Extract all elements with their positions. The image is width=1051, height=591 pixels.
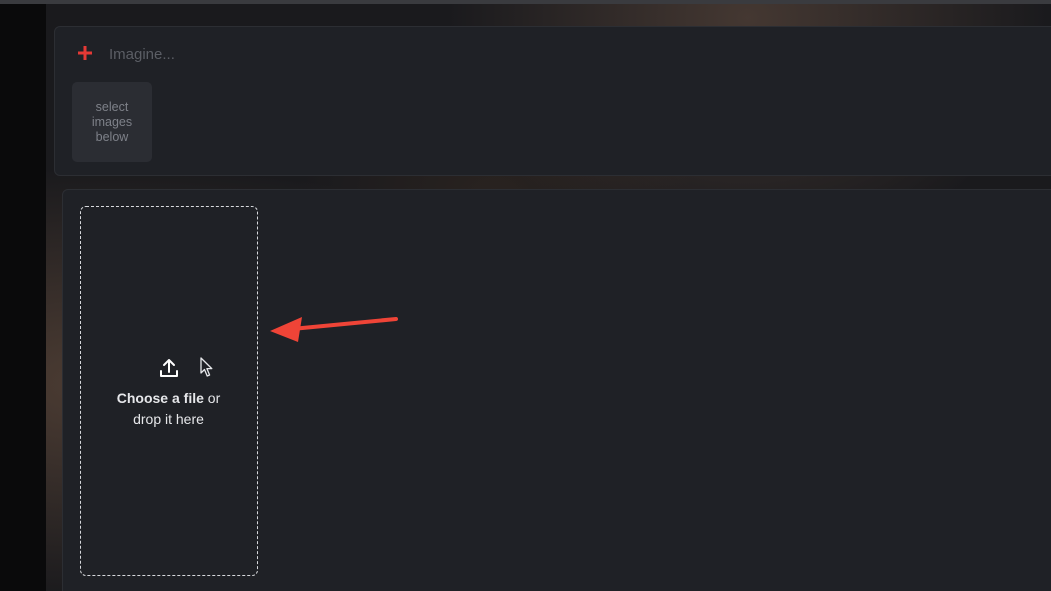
drop-hint: drop it here xyxy=(133,411,204,427)
left-edge xyxy=(0,0,46,591)
prompt-panel: select images below xyxy=(54,26,1051,176)
dropzone-connector: or xyxy=(207,390,221,406)
top-divider xyxy=(0,0,1051,4)
upload-panel: Choose a file or drop it here xyxy=(62,189,1051,591)
app-window: select images below Choose a file or dro… xyxy=(0,0,1051,591)
file-dropzone[interactable]: Choose a file or drop it here xyxy=(80,206,258,576)
prompt-input[interactable] xyxy=(107,41,811,67)
mouse-cursor-icon xyxy=(200,357,213,377)
dropzone-text: Choose a file or drop it here xyxy=(81,388,256,430)
choose-file-link[interactable]: Choose a file xyxy=(117,390,204,406)
upload-icon xyxy=(160,359,178,377)
select-images-tile[interactable]: select images below xyxy=(72,82,152,162)
select-images-label: select images below xyxy=(91,99,133,144)
red-arrow-icon xyxy=(270,317,398,342)
plus-icon[interactable] xyxy=(77,45,93,61)
